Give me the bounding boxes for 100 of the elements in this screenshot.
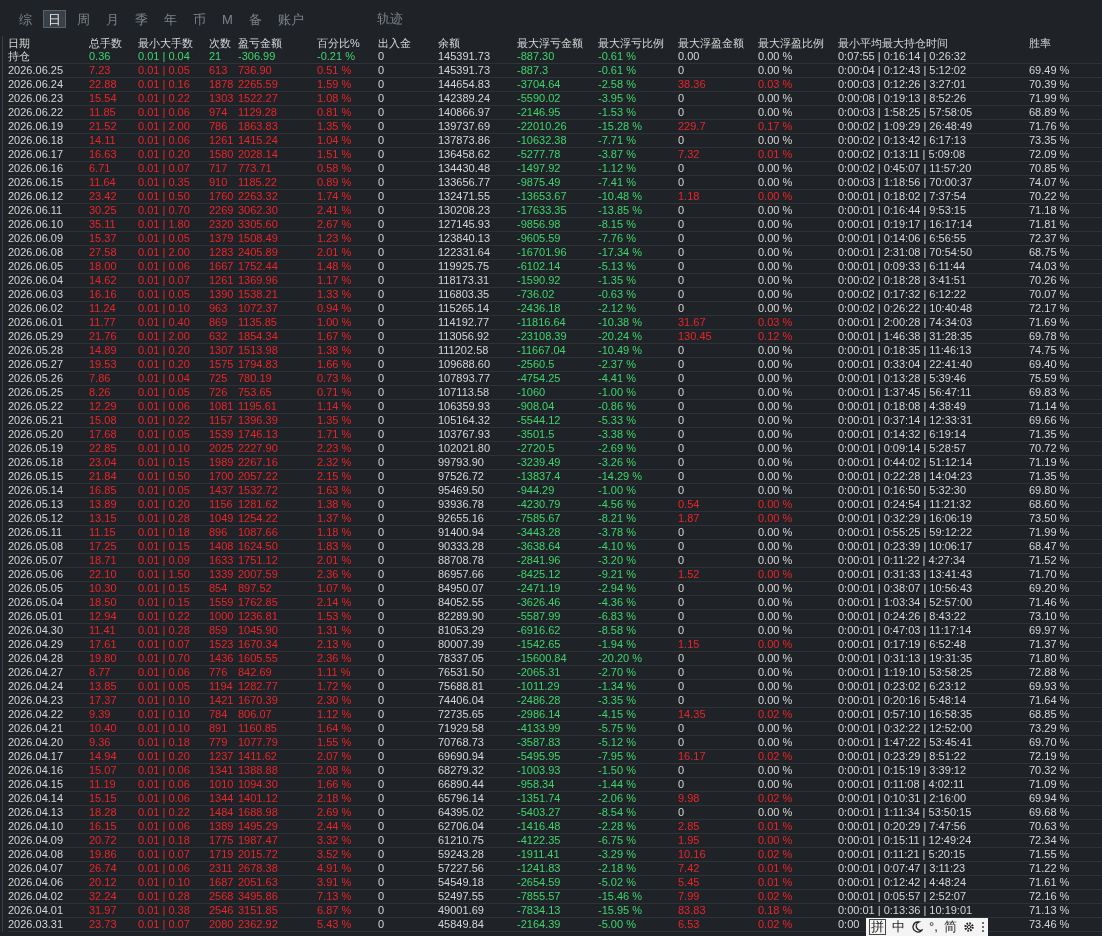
max-loss-ratio-cell: -1.94 %	[598, 638, 636, 651]
lot-range-cell: 0.01 | 0.18	[138, 834, 190, 847]
deposit-cell: 0	[378, 596, 385, 609]
period-tab[interactable]: 季	[130, 10, 153, 28]
hold-time-cell: 0:00:01 | 0:11:22 | 4:27:34	[838, 554, 966, 567]
percent-cell: 5.43 %	[317, 918, 352, 931]
percent-cell: 2.69 %	[317, 806, 352, 819]
date-cell: 2026.04.09	[8, 834, 64, 847]
balance-cell: 145391.73	[438, 64, 490, 77]
column-header: 最大浮盈金额	[678, 36, 745, 50]
count-cell: 2025	[209, 442, 234, 455]
percent-cell: 2.36 %	[317, 652, 352, 665]
max-gain-cell: 0	[678, 204, 685, 217]
max-loss-cell: -908.04	[517, 400, 555, 413]
lots-cell: 27.58	[89, 246, 117, 259]
lot-range-cell: 0.01 | 0.06	[138, 400, 190, 413]
script-toggle[interactable]: 简	[943, 917, 957, 936]
period-tab[interactable]: 账户	[272, 10, 309, 28]
max-gain-cell: 0	[678, 246, 685, 259]
win-rate-cell: 69.83 %	[1029, 386, 1070, 399]
max-loss-ratio-cell: -2.18 %	[598, 862, 636, 875]
lots-cell: 12.29	[89, 400, 117, 413]
hold-time-cell: 0:00:02 | 0:26:22 | 10:40:48	[838, 302, 973, 315]
pnl-cell: 1605.55	[238, 652, 278, 665]
hold-time-cell: 0:00:01 | 0:09:33 | 6:11:44	[838, 260, 966, 273]
max-loss-ratio-cell: -8.21 %	[598, 512, 636, 525]
grip-icon[interactable]	[980, 921, 985, 933]
count-cell: 1760	[209, 190, 234, 203]
period-tab[interactable]: 备	[243, 10, 267, 28]
balance-cell: 140866.97	[438, 106, 490, 119]
settings-icon[interactable]	[962, 921, 975, 933]
count-cell: 2080	[209, 918, 234, 931]
hold-time-cell: 0:00:01 | 0:22:28 | 14:04:23	[838, 470, 973, 483]
period-tab[interactable]: 日	[43, 10, 66, 28]
balance-cell: 78337.05	[438, 652, 484, 665]
moon-icon[interactable]	[911, 921, 923, 933]
percent-cell: 1.48 %	[317, 260, 352, 273]
max-loss-cell: -7834.13	[517, 904, 561, 917]
count-cell: 1379	[209, 232, 234, 245]
win-rate-cell: 71.37 %	[1029, 638, 1070, 651]
date-cell: 2026.05.13	[8, 498, 64, 511]
hold-time-cell: 0:00:01 | 1:11:34 | 53:50:15	[838, 806, 972, 819]
win-rate-cell: 72.16 %	[1029, 890, 1070, 903]
count-cell: 1010	[209, 778, 234, 791]
count-cell: 1261	[209, 274, 234, 287]
period-tab[interactable]: 周	[72, 10, 95, 28]
period-tab[interactable]: M	[217, 10, 238, 28]
period-tab[interactable]: 月	[101, 10, 124, 28]
max-loss-ratio-cell: -0.61 %	[598, 50, 636, 63]
deposit-cell: 0	[378, 372, 385, 385]
max-loss-ratio-cell: -15.28 %	[598, 120, 643, 133]
lot-range-cell: 0.01 | 0.07	[138, 638, 190, 651]
count-cell: 1389	[209, 820, 234, 833]
punctuation-toggle[interactable]: °,	[929, 917, 938, 936]
count-cell: 1437	[209, 484, 234, 497]
max-gain-ratio-cell: 0.00 %	[758, 204, 793, 217]
period-tab[interactable]: 年	[159, 10, 182, 28]
hold-time-cell: 0:00:01 | 0:05:57 | 2:52:07	[838, 890, 967, 903]
trail-tab[interactable]: 轨迹	[372, 10, 407, 28]
column-header: 日期	[8, 36, 31, 50]
lots-cell: 16.63	[89, 148, 117, 161]
count-cell: 1049	[209, 512, 234, 525]
deposit-cell: 0	[378, 316, 385, 329]
max-loss-ratio-cell: -7.95 %	[598, 750, 636, 763]
balance-cell: 86957.66	[438, 568, 484, 581]
max-loss-cell: -4122.35	[517, 834, 561, 847]
max-loss-cell: -16701.96	[517, 246, 567, 259]
count-cell: 1633	[209, 554, 234, 567]
count-cell: 1523	[209, 638, 234, 651]
max-gain-cell: 0	[678, 582, 685, 595]
language-toggle[interactable]: 中	[892, 917, 905, 936]
percent-cell: 1.67 %	[317, 330, 352, 343]
hold-time-cell: 0:00:01 | 0:16:44 | 9:53:15	[838, 204, 967, 217]
date-cell: 2026.05.26	[8, 372, 64, 385]
max-loss-ratio-cell: -7.71 %	[598, 134, 636, 147]
hold-time-cell: 0:00:01 | 0:11:08 | 4:02:11	[838, 778, 965, 791]
deposit-cell: 0	[378, 624, 385, 637]
max-loss-cell: -2146.95	[517, 106, 561, 119]
count-cell: 963	[209, 302, 228, 315]
pnl-cell: 842.69	[238, 666, 272, 679]
date-cell: 2026.04.16	[8, 764, 64, 777]
input-mode-toggle[interactable]: 拼	[869, 919, 886, 935]
max-loss-ratio-cell: -4.15 %	[598, 708, 636, 721]
date-cell: 2026.05.05	[8, 582, 64, 595]
date-cell: 2026.04.23	[8, 694, 64, 707]
balance-cell: 130208.23	[438, 204, 490, 217]
count-cell: 1667	[209, 260, 234, 273]
percent-cell: 1.11 %	[317, 666, 351, 679]
pnl-cell: 1508.49	[238, 232, 278, 245]
period-tab[interactable]: 币	[188, 10, 211, 28]
count-cell: 1436	[209, 652, 234, 665]
max-loss-cell: -1497.92	[517, 162, 561, 175]
balance-cell: 111202.58	[438, 344, 489, 357]
period-tab[interactable]: 综	[14, 10, 37, 28]
count-cell: 1700	[209, 470, 234, 483]
max-loss-cell: -887.30	[517, 50, 555, 63]
max-loss-cell: -22010.26	[517, 120, 567, 133]
pnl-cell: 1160.85	[238, 722, 277, 735]
column-header: 盈亏金额	[238, 36, 283, 50]
date-cell: 2026.05.22	[8, 400, 64, 413]
